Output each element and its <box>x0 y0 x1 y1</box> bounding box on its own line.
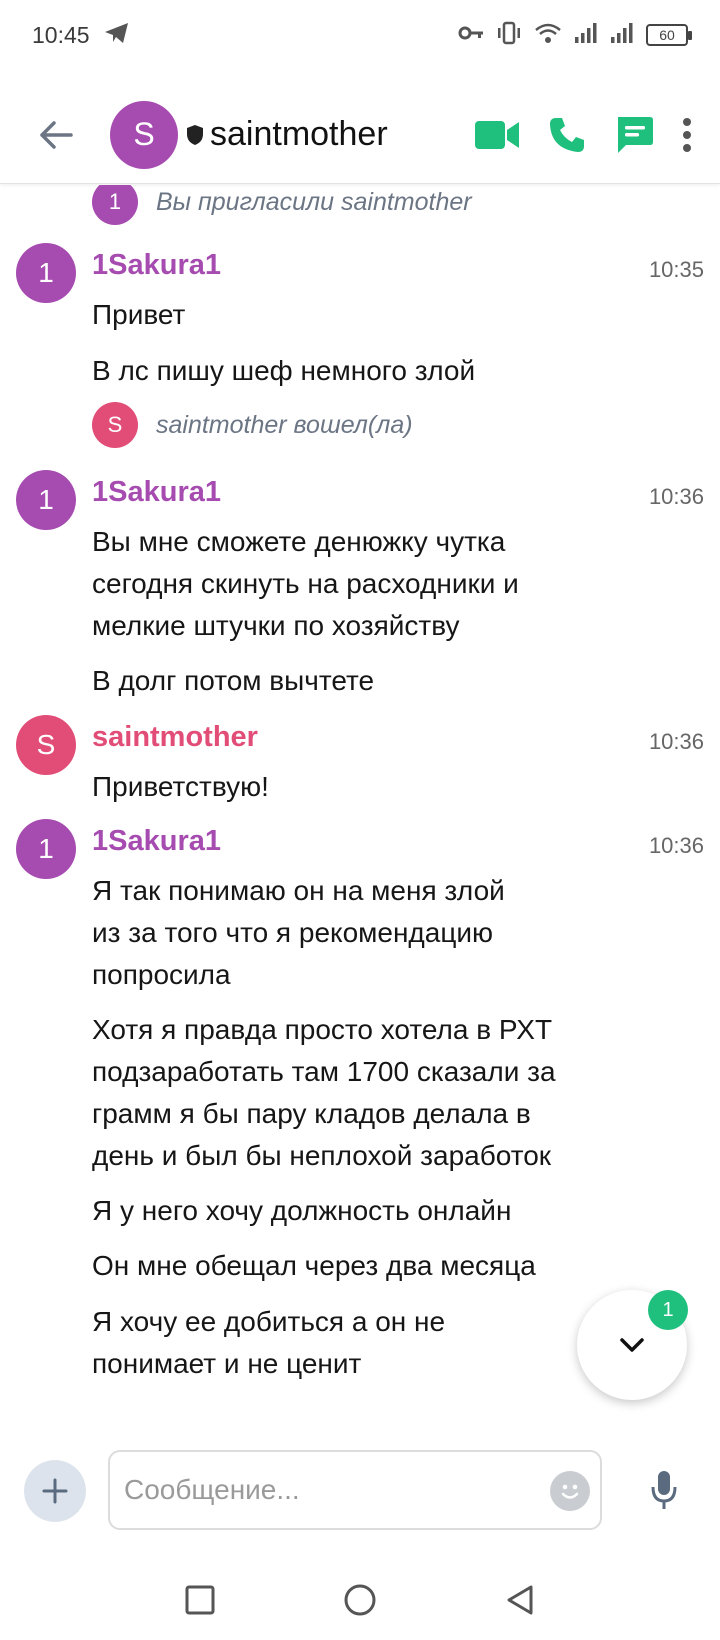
avatar[interactable]: 1 <box>16 819 76 879</box>
message-time: 10:36 <box>648 484 704 509</box>
message-text[interactable]: Приветствую! <box>92 765 632 809</box>
wifi-icon <box>534 22 562 49</box>
battery-indicator: 60 <box>646 24 692 46</box>
message-composer <box>0 1440 720 1540</box>
message-input[interactable] <box>124 1462 524 1518</box>
message-text[interactable]: Я хочу ее добиться а он не <box>92 1300 632 1344</box>
voice-message-button[interactable] <box>640 1466 688 1514</box>
triangle-back-icon <box>507 1585 533 1615</box>
shield-icon <box>186 124 204 146</box>
message-text[interactable]: понимает и не ценит <box>92 1342 632 1386</box>
message-text[interactable]: попросила <box>92 953 632 997</box>
avatar[interactable]: 1 <box>92 185 138 225</box>
video-call-button[interactable] <box>474 119 520 151</box>
chat-avatar[interactable]: S <box>110 100 178 169</box>
signal-icon <box>574 22 598 49</box>
voice-call-button[interactable] <box>548 116 586 154</box>
square-icon <box>185 1585 215 1615</box>
emoji-button[interactable] <box>550 1471 590 1511</box>
threads-button[interactable] <box>614 115 654 155</box>
message-input-box[interactable] <box>108 1450 602 1530</box>
signal-icon-2 <box>610 22 634 49</box>
mic-icon <box>651 1471 677 1509</box>
avatar[interactable]: 1 <box>16 470 76 530</box>
message-text[interactable]: В лс пишу шеф немного злой <box>92 349 632 393</box>
emoji-icon <box>561 1484 579 1499</box>
status-bar: 10:45 60 <box>0 0 720 70</box>
avatar[interactable]: S <box>16 715 76 775</box>
message-author[interactable]: 1Sakura1 <box>92 249 221 282</box>
message-author[interactable]: saintmother <box>92 721 258 754</box>
message-time: 10:36 <box>648 729 704 754</box>
avatar[interactable]: S <box>92 402 138 448</box>
message-time: 10:35 <box>648 257 704 282</box>
system-event-text: Вы пригласили saintmother <box>156 187 472 216</box>
message-text[interactable]: подзаработать там 1700 сказали за <box>92 1050 632 1094</box>
message-text[interactable]: из за того что я рекомендацию <box>92 911 632 955</box>
system-event-joined: S saintmother вошел(ла) <box>92 402 413 448</box>
telegram-icon <box>104 22 130 49</box>
message-author[interactable]: 1Sakura1 <box>92 476 221 509</box>
status-time: 10:45 <box>32 21 90 48</box>
back-arrow-icon <box>40 120 73 149</box>
chat-title[interactable]: saintmother <box>210 115 388 154</box>
vibrate-icon <box>496 21 522 50</box>
message-text[interactable]: Он мне обещал через два месяца <box>92 1244 632 1288</box>
message-text[interactable]: Я у него хочу должность онлайн <box>92 1189 632 1233</box>
plus-icon <box>42 1478 68 1504</box>
video-call-icon <box>475 120 519 149</box>
unread-badge: 1 <box>648 1290 688 1330</box>
chat-header: S saintmother <box>0 86 720 184</box>
key-icon <box>458 25 484 46</box>
more-options-button[interactable] <box>682 117 692 152</box>
system-event-text: saintmother вошел(ла) <box>156 410 413 439</box>
message-text[interactable]: Хотя я правда просто хотела в РХТ <box>92 1008 632 1052</box>
avatar[interactable]: 1 <box>16 243 76 303</box>
back-button[interactable] <box>26 105 86 165</box>
message-text[interactable]: день и был бы неплохой заработок <box>92 1134 632 1178</box>
system-navigation-bar <box>0 1560 720 1640</box>
message-text[interactable]: грамм я бы пару кладов делала в <box>92 1092 632 1136</box>
circle-icon <box>344 1584 376 1616</box>
threads-icon <box>618 116 653 153</box>
message-text[interactable]: Я так понимаю он на меня злой <box>92 869 632 913</box>
message-text[interactable]: сегодня скинуть на расходники и <box>92 562 632 606</box>
message-time: 10:36 <box>648 833 704 858</box>
phone-icon <box>550 117 584 152</box>
chevron-down-icon <box>620 1338 644 1352</box>
attach-button[interactable] <box>24 1460 86 1522</box>
message-timeline[interactable]: 1 Вы пригласили saintmother 1 1Sakura1 1… <box>0 185 720 1430</box>
system-event-invite: 1 Вы пригласили saintmother <box>92 185 472 225</box>
message-author[interactable]: 1Sakura1 <box>92 825 221 858</box>
recents-button[interactable] <box>180 1580 220 1620</box>
more-vert-icon <box>683 117 691 152</box>
message-text[interactable]: мелкие штучки по хозяйству <box>92 604 632 648</box>
home-button[interactable] <box>340 1580 380 1620</box>
message-text[interactable]: Вы мне сможете денюжку чутка <box>92 520 632 564</box>
back-nav-button[interactable] <box>500 1580 540 1620</box>
message-text[interactable]: Привет <box>92 293 632 337</box>
message-text[interactable]: В долг потом вычтете <box>92 659 632 703</box>
